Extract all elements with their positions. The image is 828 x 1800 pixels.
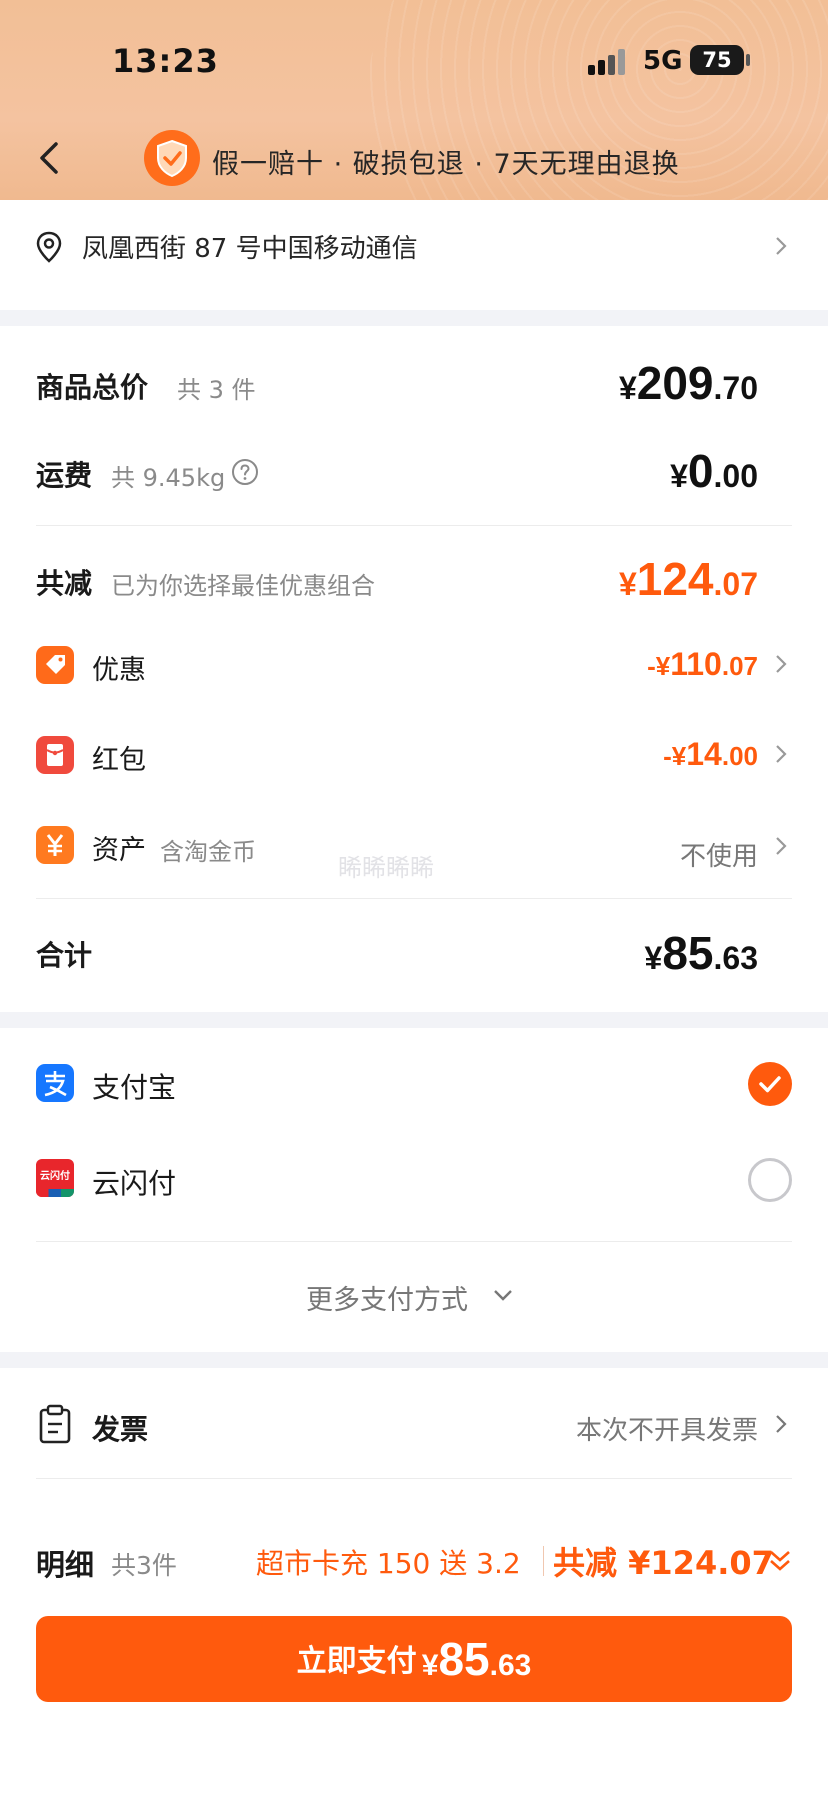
signal-icon: [588, 49, 630, 75]
radio-unchecked-icon[interactable]: [748, 1158, 792, 1202]
battery-icon: 75: [690, 45, 750, 75]
discount-amount: ¥124.07: [618, 553, 758, 605]
status-time: 13:23: [112, 42, 219, 80]
chevron-right-icon: [776, 745, 787, 763]
network-type: 5G: [643, 46, 683, 76]
chevron-right-icon: [776, 837, 787, 855]
clipboard-icon: [39, 1404, 71, 1444]
shipping-label: 运费: [36, 459, 93, 492]
goods-total-amount: ¥209.70: [618, 357, 758, 409]
help-icon[interactable]: [231, 458, 259, 486]
divider: [36, 1478, 792, 1479]
nav-bar: 假一赔十 · 破损包退 · 7天无理由退换: [0, 120, 828, 200]
chevron-down-icon: [494, 1290, 512, 1301]
detail-discount-total: 共减 ¥124.07: [553, 1544, 774, 1582]
double-chevron-down-icon: [770, 1551, 790, 1571]
alipay-icon: [36, 1064, 74, 1102]
yuan-coin-icon: [36, 826, 74, 864]
coupon-amount: -¥110.07: [647, 646, 758, 682]
detail-label: 明细: [36, 1548, 95, 1582]
location-pin-icon: [36, 231, 62, 263]
price-summary: 商品总价 共 3 件 ¥209.70 运费 共 9.45kg ¥0.00 共减 …: [0, 326, 828, 1012]
shipping-weight: 共 9.45kg: [111, 464, 226, 492]
section-gap: [0, 310, 828, 326]
red-packet-icon: [36, 736, 74, 774]
pay-now-button[interactable]: 立即支付 ¥85.63: [36, 1616, 792, 1702]
chevron-right-icon: [776, 237, 787, 255]
address-row[interactable]: 凤凰西街 87 号中国移动通信: [0, 200, 828, 310]
shipping-amount: ¥0.00: [670, 445, 758, 497]
chevron-right-icon: [776, 655, 787, 673]
goods-count: 共 3 件: [177, 376, 256, 404]
back-arrow-icon[interactable]: [30, 138, 70, 178]
section-gap: [0, 1012, 828, 1028]
separator: [543, 1546, 544, 1576]
divider: [36, 1241, 792, 1242]
total-label: 合计: [36, 939, 93, 972]
header: 13:23 5G 75 假一赔十 · 破损包退 · 7天无理由退换: [0, 0, 828, 200]
assets-value: 不使用: [679, 842, 758, 872]
chevron-right-icon: [776, 1415, 787, 1433]
pay-now-label: 立即支付: [296, 1644, 417, 1679]
pay-now-amount: ¥85.63: [421, 1633, 532, 1685]
watermark: 睎睎睎睎: [338, 854, 434, 882]
detail-count: 共3件: [111, 1551, 177, 1580]
discount-note: 已为你选择最佳优惠组合: [111, 572, 375, 600]
promo-text: 超市卡充 150 送 3.2: [256, 1547, 521, 1580]
invoice-label: 发票: [92, 1413, 149, 1446]
shield-icon: [144, 130, 200, 186]
red-packet-label: 红包: [92, 745, 146, 776]
invoice-value: 本次不开具发票: [575, 1416, 758, 1446]
coupon-label: 优惠: [92, 655, 146, 686]
coupon-tag-icon: [36, 646, 74, 684]
divider: [36, 898, 792, 899]
discount-label: 共减: [36, 567, 93, 600]
section-gap: [0, 1352, 828, 1368]
total-amount: ¥85.63: [644, 927, 758, 979]
unionpay-label: 云闪付: [92, 1167, 177, 1200]
status-bar: 13:23 5G 75: [0, 0, 828, 120]
assets-label: 资产: [92, 835, 146, 866]
more-payment-label: 更多支付方式: [306, 1285, 468, 1316]
red-packet-amount: -¥14.00: [663, 736, 758, 772]
divider: [36, 525, 792, 526]
invoice-row[interactable]: 发票 本次不开具发票: [0, 1368, 828, 1478]
address-text: 凤凰西街 87 号中国移动通信: [82, 234, 418, 264]
goods-total-label: 商品总价: [36, 371, 149, 404]
radio-checked-icon[interactable]: [748, 1062, 792, 1106]
guarantee-title: 假一赔十 · 破损包退 · 7天无理由退换: [212, 149, 680, 180]
assets-note: 含淘金币: [160, 838, 256, 866]
alipay-label: 支付宝: [92, 1071, 177, 1104]
unionpay-icon: 云闪付: [36, 1159, 74, 1197]
